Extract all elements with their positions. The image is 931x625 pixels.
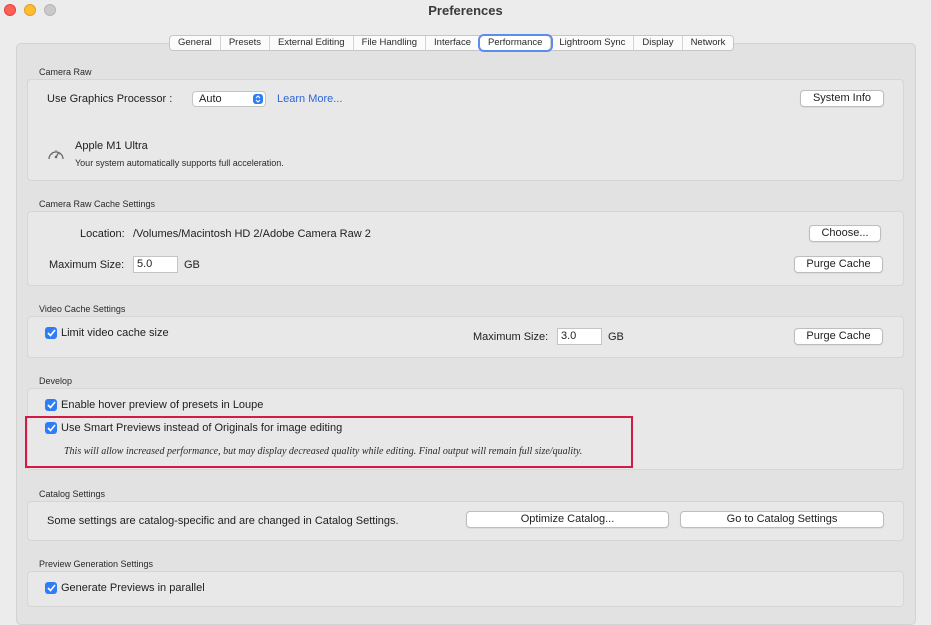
- tab-file-handling[interactable]: File Handling: [354, 36, 427, 50]
- location-label: Location:: [80, 228, 125, 240]
- learn-more-link[interactable]: Learn More...: [277, 93, 342, 105]
- smart-previews-checkbox[interactable]: [45, 422, 57, 434]
- generate-previews-parallel-label: Generate Previews in parallel: [61, 582, 205, 594]
- checkmark-icon: [46, 401, 56, 409]
- gpu-select[interactable]: Auto: [192, 91, 266, 107]
- tab-general[interactable]: General: [170, 36, 221, 50]
- hover-preview-checkbox[interactable]: [45, 399, 57, 411]
- develop-section-label: Develop: [39, 376, 73, 386]
- hover-preview-label: Enable hover preview of presets in Loupe: [61, 399, 264, 411]
- catalog-section-label: Catalog Settings: [39, 489, 106, 499]
- optimize-catalog-button[interactable]: Optimize Catalog...: [466, 511, 669, 528]
- gpu-select-value: Auto: [199, 93, 222, 105]
- choose-location-button[interactable]: Choose...: [809, 225, 881, 242]
- go-to-catalog-settings-button[interactable]: Go to Catalog Settings: [680, 511, 884, 528]
- purge-video-cache-button[interactable]: Purge Cache: [794, 328, 883, 345]
- tab-interface[interactable]: Interface: [426, 36, 480, 50]
- video-max-size-label: Maximum Size:: [473, 331, 549, 343]
- preferences-tabs: General Presets External Editing File Ha…: [169, 34, 735, 52]
- checkmark-icon: [46, 584, 56, 592]
- checkmark-icon: [46, 424, 56, 432]
- tab-network[interactable]: Network: [683, 36, 734, 50]
- smart-previews-label: Use Smart Previews instead of Originals …: [61, 422, 343, 434]
- limit-video-cache-checkbox[interactable]: [45, 327, 57, 339]
- cache-unit: GB: [184, 259, 200, 271]
- generate-previews-parallel-checkbox[interactable]: [45, 582, 57, 594]
- camera-raw-section-label: Camera Raw: [39, 67, 92, 77]
- checkmark-icon: [46, 329, 56, 337]
- location-value: /Volumes/Macintosh HD 2/Adobe Camera Raw…: [133, 228, 371, 240]
- cache-max-size-input[interactable]: 5.0: [133, 256, 178, 273]
- tab-lightroom-sync[interactable]: Lightroom Sync: [551, 36, 635, 50]
- gpu-label: Use Graphics Processor :: [47, 93, 173, 105]
- video-max-size-input[interactable]: 3.0: [557, 328, 602, 345]
- cache-panel: [27, 211, 904, 286]
- catalog-note: Some settings are catalog-specific and a…: [47, 515, 399, 527]
- tab-display[interactable]: Display: [634, 36, 683, 50]
- preview-generation-section-label: Preview Generation Settings: [39, 559, 154, 569]
- window-title: Preferences: [428, 3, 503, 18]
- gpu-status: Your system automatically supports full …: [75, 158, 284, 168]
- system-info-button[interactable]: System Info: [800, 90, 884, 107]
- smart-previews-note: This will allow increased performance, b…: [64, 446, 583, 457]
- cache-max-size-label: Maximum Size:: [49, 259, 125, 271]
- limit-video-cache-label: Limit video cache size: [61, 327, 169, 339]
- cache-section-label: Camera Raw Cache Settings: [39, 199, 156, 209]
- tab-external-editing[interactable]: External Editing: [270, 36, 354, 50]
- gpu-name: Apple M1 Ultra: [75, 140, 148, 152]
- tab-presets[interactable]: Presets: [221, 36, 271, 50]
- purge-camera-raw-cache-button[interactable]: Purge Cache: [794, 256, 883, 273]
- tab-performance[interactable]: Performance: [477, 34, 554, 52]
- video-cache-unit: GB: [608, 331, 624, 343]
- title-bar: Preferences: [0, 0, 931, 28]
- select-arrows-icon: [253, 94, 263, 104]
- video-cache-section-label: Video Cache Settings: [39, 304, 126, 314]
- speedometer-icon: [47, 146, 65, 167]
